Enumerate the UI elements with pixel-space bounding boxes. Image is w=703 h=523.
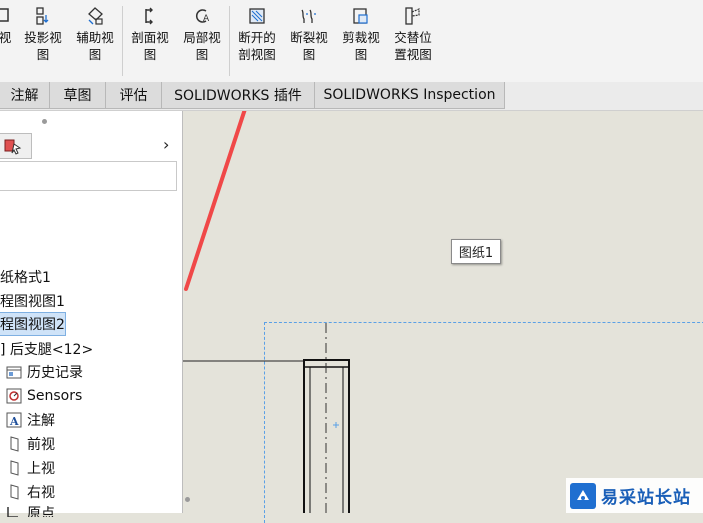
drawing-ribbon-toolbar: 视 投影视 图 辅助视 图 剖面视 图 A 局部视 图 断开的 剖视图 断裂视 …	[0, 0, 703, 83]
chevron-right-icon[interactable]: ›	[163, 135, 169, 154]
sheet-label: 图纸1	[451, 239, 501, 264]
svg-text:A: A	[203, 14, 210, 24]
ribbon-label: 交替位	[394, 30, 432, 45]
partial-view-button[interactable]: 视	[0, 6, 16, 76]
section-view-icon	[145, 7, 153, 25]
ribbon-label: 剖面视	[131, 30, 169, 45]
tree-item-origin[interactable]: 原点	[6, 503, 55, 517]
auxiliary-view-icon	[88, 7, 103, 25]
ribbon-label: 视	[0, 30, 12, 45]
break-view-icon	[301, 9, 316, 23]
tree-item-drawing-view2[interactable]: 程图视图2	[0, 312, 66, 336]
alternate-position-view-button[interactable]: 交替位 置视图	[390, 6, 436, 76]
command-manager-tabs: 注解 草图 评估 SOLIDWORKS 插件 SOLIDWORKS Inspec…	[0, 82, 703, 111]
tree-filter-input[interactable]	[0, 161, 177, 191]
ribbon-separator	[122, 6, 123, 76]
detail-view-icon: A	[196, 9, 210, 24]
crop-view-icon	[353, 8, 368, 24]
auxiliary-view-button[interactable]: 辅助视 图	[72, 6, 118, 76]
tree-item-label: 前视	[27, 437, 55, 453]
ribbon-label: 图	[195, 47, 209, 62]
tree-item-label: 注解	[27, 413, 55, 429]
tree-item-drawing-view1[interactable]: 程图视图1	[0, 290, 65, 312]
display-manager-icon	[4, 139, 22, 155]
plane-icon	[10, 484, 19, 500]
projected-view-icon	[36, 7, 49, 25]
tree-item-top-plane[interactable]: 上视	[6, 457, 55, 479]
detail-view-button[interactable]: A 局部视 图	[179, 6, 225, 76]
tree-item-sensors[interactable]: Sensors	[6, 385, 82, 407]
alternate-position-view-icon	[405, 7, 420, 25]
tree-item-label: 纸格式1	[0, 270, 51, 286]
panel-grip[interactable]	[42, 119, 47, 124]
tree-item-label: Sensors	[27, 388, 83, 404]
section-view-button[interactable]: 剖面视 图	[127, 6, 173, 76]
annotation-arrow	[184, 111, 247, 291]
ribbon-label: 断裂视	[290, 30, 328, 45]
tree-item-right-plane[interactable]: 右视	[6, 481, 55, 503]
tree-item-part[interactable]: ] 后支腿<12>	[0, 338, 93, 360]
tree-item-annotations[interactable]: A 注解	[6, 409, 55, 431]
tree-item-label: 程图视图2	[0, 317, 65, 333]
ribbon-label: 图	[88, 47, 102, 62]
sensor-icon	[6, 388, 22, 404]
tree-item-label: 上视	[27, 461, 55, 477]
ribbon-label: 图	[302, 47, 316, 62]
projected-view-button[interactable]: 投影视 图	[20, 6, 66, 76]
watermark: 易采站长站	[566, 478, 703, 513]
tab-sketch[interactable]: 草图	[50, 82, 106, 109]
tab-solidworks-inspection[interactable]: SOLIDWORKS Inspection	[315, 82, 505, 109]
tree-item-label: 原点	[27, 506, 55, 517]
tree-item-label: ] 后支腿<12>	[0, 342, 94, 358]
svg-text:A: A	[9, 415, 19, 428]
ribbon-separator	[229, 6, 230, 76]
feature-manager-tab[interactable]	[0, 133, 32, 159]
tree-item-front-plane[interactable]: 前视	[6, 433, 55, 455]
tree-item-sheet-format[interactable]: 纸格式1	[0, 266, 51, 288]
ribbon-label: 置视图	[394, 47, 432, 62]
tab-annotation[interactable]: 注解	[0, 82, 50, 109]
partial-view-icon	[0, 8, 9, 22]
watermark-logo-icon	[570, 482, 596, 509]
watermark-text: 易采站长站	[601, 488, 691, 508]
ribbon-label: 投影视	[24, 30, 62, 45]
break-view-button[interactable]: 断裂视 图	[286, 6, 332, 76]
broken-out-section-button[interactable]: 断开的 剖视图	[234, 6, 280, 76]
history-icon	[6, 366, 22, 379]
ribbon-label: 断开的	[238, 30, 276, 45]
broken-out-section-icon	[249, 8, 265, 24]
annotation-icon: A	[6, 412, 22, 428]
origin-icon	[7, 507, 18, 517]
ribbon-label: 图	[36, 47, 50, 62]
ribbon-label: 图	[354, 47, 368, 62]
crop-view-button[interactable]: 剪裁视 图	[338, 6, 384, 76]
tree-item-history[interactable]: 历史记录	[6, 361, 83, 383]
feature-manager-panel: › 纸格式1 程图视图1 程图视图2 ] 后支腿<12> 历史记录 Sensor…	[0, 111, 183, 517]
plane-icon	[10, 460, 19, 476]
plane-icon	[10, 436, 19, 452]
tree-item-label: 程图视图1	[0, 294, 65, 310]
ribbon-label: 剪裁视	[342, 30, 380, 45]
ribbon-label: 图	[143, 47, 157, 62]
ribbon-label: 局部视	[183, 30, 221, 45]
ribbon-label: 剖视图	[238, 47, 276, 62]
tab-evaluate[interactable]: 评估	[106, 82, 162, 109]
tree-item-label: 历史记录	[27, 365, 83, 381]
tree-item-label: 右视	[27, 485, 55, 501]
ribbon-label: 辅助视	[76, 30, 114, 45]
tab-solidworks-addins[interactable]: SOLIDWORKS 插件	[162, 82, 315, 109]
